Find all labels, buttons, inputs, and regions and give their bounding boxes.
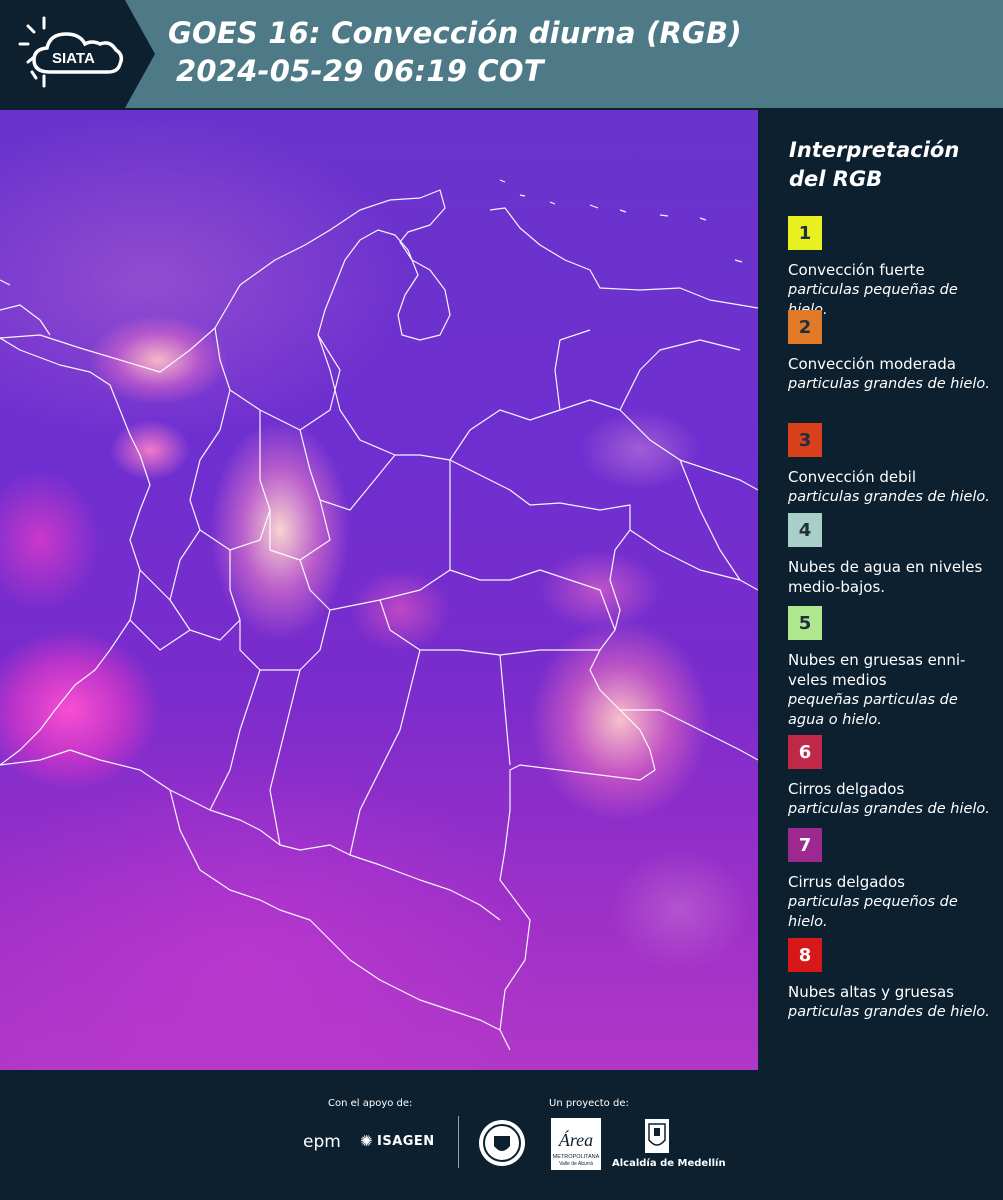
- logo-text: SIATA: [52, 50, 95, 67]
- legend-desc-8: particulas grandes de hielo.: [788, 1004, 990, 1020]
- legend-name-4: Nubes de agua en niveles medio-bajos.: [788, 558, 983, 596]
- satellite-image: [0, 110, 758, 1070]
- legend-item-6: 6 Cirros delgados particulas grandes de …: [788, 735, 998, 819]
- legend-swatch-5: 5: [788, 606, 822, 640]
- guajira-venezuela-coast: [489, 207, 758, 309]
- legend-swatch-3: 3: [788, 423, 822, 457]
- legend-swatch-8: 8: [788, 938, 822, 972]
- legend-item-8: 8 Nubes altas y gruesas particulas grand…: [788, 938, 998, 1022]
- legend-title: Interpretación del RGB: [789, 136, 959, 194]
- header-bar: SIATA GOES 16: Convección diurna (RGB) 2…: [0, 0, 1003, 108]
- legend-item-4: 4 Nubes de agua en niveles medio-bajos.: [788, 513, 998, 597]
- central-america: [0, 279, 51, 336]
- page-title: GOES 16: Convección diurna (RGB) 2024-05…: [168, 14, 742, 90]
- footer: Con el apoyo de: Un proyecto de: epm ✺ I…: [0, 1070, 1003, 1200]
- legend-item-2: 2 Convección moderada particulas grandes…: [788, 310, 998, 394]
- legend-item-5: 5 Nubes en gruesas enni-veles medios peq…: [788, 606, 998, 730]
- legend-name-1: Convección fuerte: [788, 261, 925, 279]
- legend-desc-7: particulas pequeños de hielo.: [788, 894, 958, 930]
- isagen-icon: ✺: [360, 1132, 373, 1150]
- legend-desc-5: pequeñas particulas de agua o hielo.: [788, 692, 958, 728]
- seal-icon: [479, 1120, 525, 1166]
- legend-name-7: Cirrus delgados: [788, 873, 905, 891]
- legend-name-3: Convección debil: [788, 468, 916, 486]
- legend-item-3: 3 Convección debil particulas grandes de…: [788, 423, 998, 507]
- legend-swatch-2: 2: [788, 310, 822, 344]
- area-logo-sub2: Valle de Aburrá: [559, 1161, 593, 1167]
- legend-name-6: Cirros delgados: [788, 780, 905, 798]
- legend-swatch-7: 7: [788, 828, 822, 862]
- medellin-shield-icon: [645, 1119, 669, 1153]
- department-lines: [129, 327, 616, 856]
- legend-title-line2: del RGB: [789, 167, 883, 191]
- legend-item-1: 1 Convección fuerte particulas pequeñas …: [788, 216, 998, 320]
- coastline: [0, 189, 451, 373]
- south-border: [169, 789, 511, 1051]
- siata-logo-icon: SIATA: [0, 0, 155, 108]
- legend-name-2: Convección moderada: [788, 355, 956, 373]
- legend-item-7: 7 Cirrus delgados particulas pequeños de…: [788, 828, 998, 932]
- legend-swatch-6: 6: [788, 735, 822, 769]
- legend-desc-2: particulas grandes de hielo.: [788, 376, 990, 392]
- legend-name-8: Nubes altas y gruesas: [788, 983, 954, 1001]
- venezuela-lines: [449, 329, 758, 761]
- project-label: Un proyecto de:: [549, 1098, 629, 1109]
- islands: [499, 179, 743, 263]
- pacific-coast: [0, 337, 151, 766]
- boundaries-overlay: [0, 179, 758, 1051]
- epm-logo: epm: [303, 1132, 341, 1152]
- legend-title-line1: Interpretación: [789, 138, 960, 162]
- colombia-border: [317, 334, 656, 1031]
- siata-logo: SIATA: [0, 0, 155, 108]
- footer-divider: [458, 1116, 459, 1168]
- area-logo-text: Área: [558, 1129, 593, 1150]
- area-metropolitana-logo: Área METROPOLITANA Valle de Aburrá: [551, 1118, 601, 1170]
- legend-panel: Interpretación del RGB 1 Convección fuer…: [760, 110, 1003, 1070]
- legend-desc-3: particulas grandes de hielo.: [788, 489, 990, 505]
- title-datetime: 2024-05-29 06:19 COT: [176, 54, 544, 88]
- legend-swatch-4: 4: [788, 513, 822, 547]
- isagen-logo: ISAGEN: [377, 1134, 435, 1149]
- colombia-south-border: [0, 749, 501, 921]
- support-label: Con el apoyo de:: [328, 1098, 413, 1109]
- legend-name-5: Nubes en gruesas enni-veles medios: [788, 651, 966, 689]
- alcaldia-medellin-label: Alcaldía de Medellín: [612, 1158, 726, 1169]
- area-logo-sub1: METROPOLITANA: [553, 1154, 600, 1160]
- legend-desc-6: particulas grandes de hielo.: [788, 801, 990, 817]
- title-product: GOES 16: Convección diurna (RGB): [168, 16, 742, 50]
- legend-swatch-1: 1: [788, 216, 822, 250]
